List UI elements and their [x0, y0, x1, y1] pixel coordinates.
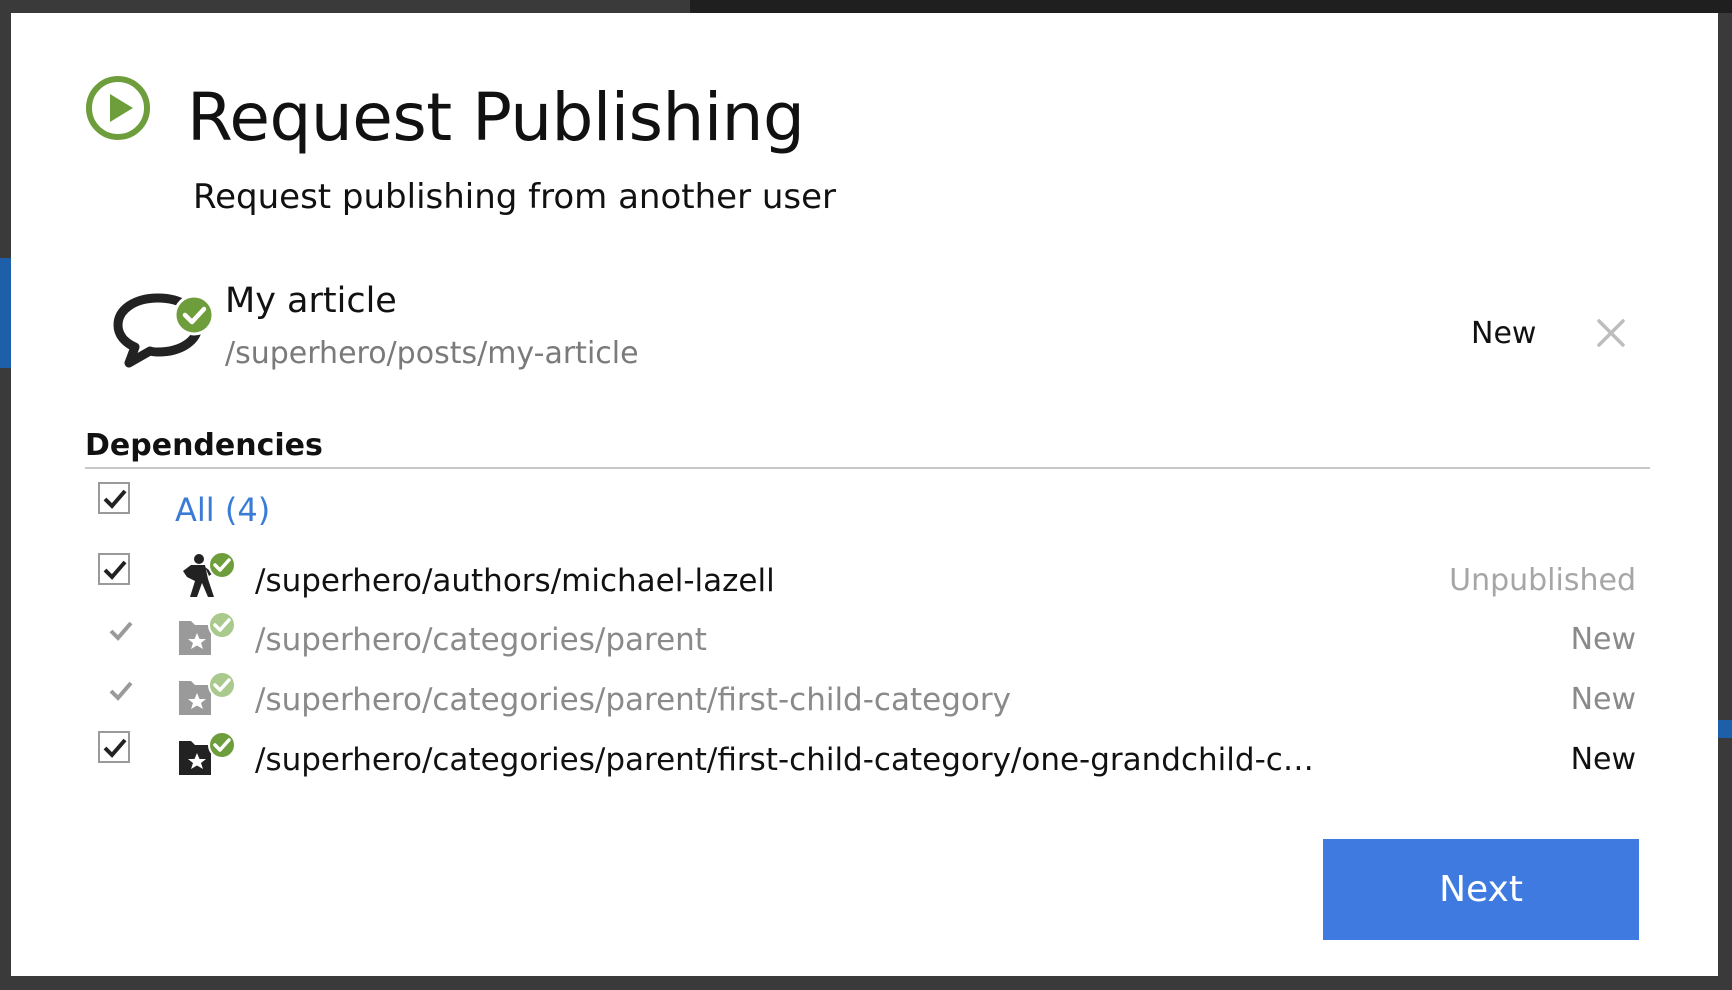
background-accent	[1718, 720, 1732, 738]
item-path: /superhero/posts/my-article	[225, 336, 639, 371]
next-button[interactable]: Next	[1323, 839, 1639, 940]
dependency-status: New	[1570, 622, 1636, 657]
checkmark-icon	[103, 560, 127, 580]
dependencies-divider	[85, 467, 1650, 469]
dialog-subtitle: Request publishing from another user	[193, 177, 837, 217]
dependency-path: /superhero/categories/parent	[255, 622, 707, 658]
dependency-status: Unpublished	[1449, 563, 1636, 598]
dependency-checkbox-author[interactable]	[98, 553, 130, 585]
speech-bubble-icon	[113, 293, 215, 368]
dependency-check-disabled	[108, 679, 140, 711]
dialog-title: Request Publishing	[187, 79, 805, 156]
item-name: My article	[225, 281, 397, 321]
checkmark-icon	[109, 681, 133, 701]
dependency-check-disabled	[108, 619, 140, 651]
dependency-status: New	[1570, 682, 1636, 717]
dependencies-heading: Dependencies	[85, 428, 323, 463]
category-folder-icon	[179, 671, 236, 715]
remove-item-close-icon[interactable]	[1591, 313, 1631, 353]
background-bar	[690, 0, 1732, 13]
checkmark-icon	[109, 621, 133, 641]
author-icon	[183, 551, 236, 597]
dependency-path: /superhero/authors/michael-lazell	[255, 563, 775, 599]
category-folder-icon	[179, 731, 236, 775]
checkmark-icon	[103, 738, 127, 758]
request-publishing-dialog: Request Publishing Request publishing fr…	[11, 13, 1718, 976]
dependency-path: /superhero/categories/parent/first-child…	[255, 682, 1011, 718]
item-status: New	[1471, 316, 1537, 351]
play-circle-icon	[86, 76, 150, 140]
select-all-link[interactable]: All (4)	[175, 488, 270, 532]
select-all-checkbox[interactable]	[98, 482, 130, 514]
category-folder-icon	[179, 611, 236, 655]
background-accent	[0, 258, 11, 368]
dependency-path: /superhero/categories/parent/first-child…	[255, 742, 1315, 778]
checkmark-icon	[103, 489, 127, 509]
dependency-status: New	[1570, 742, 1636, 777]
dependency-checkbox-grandchild-category[interactable]	[98, 731, 130, 763]
